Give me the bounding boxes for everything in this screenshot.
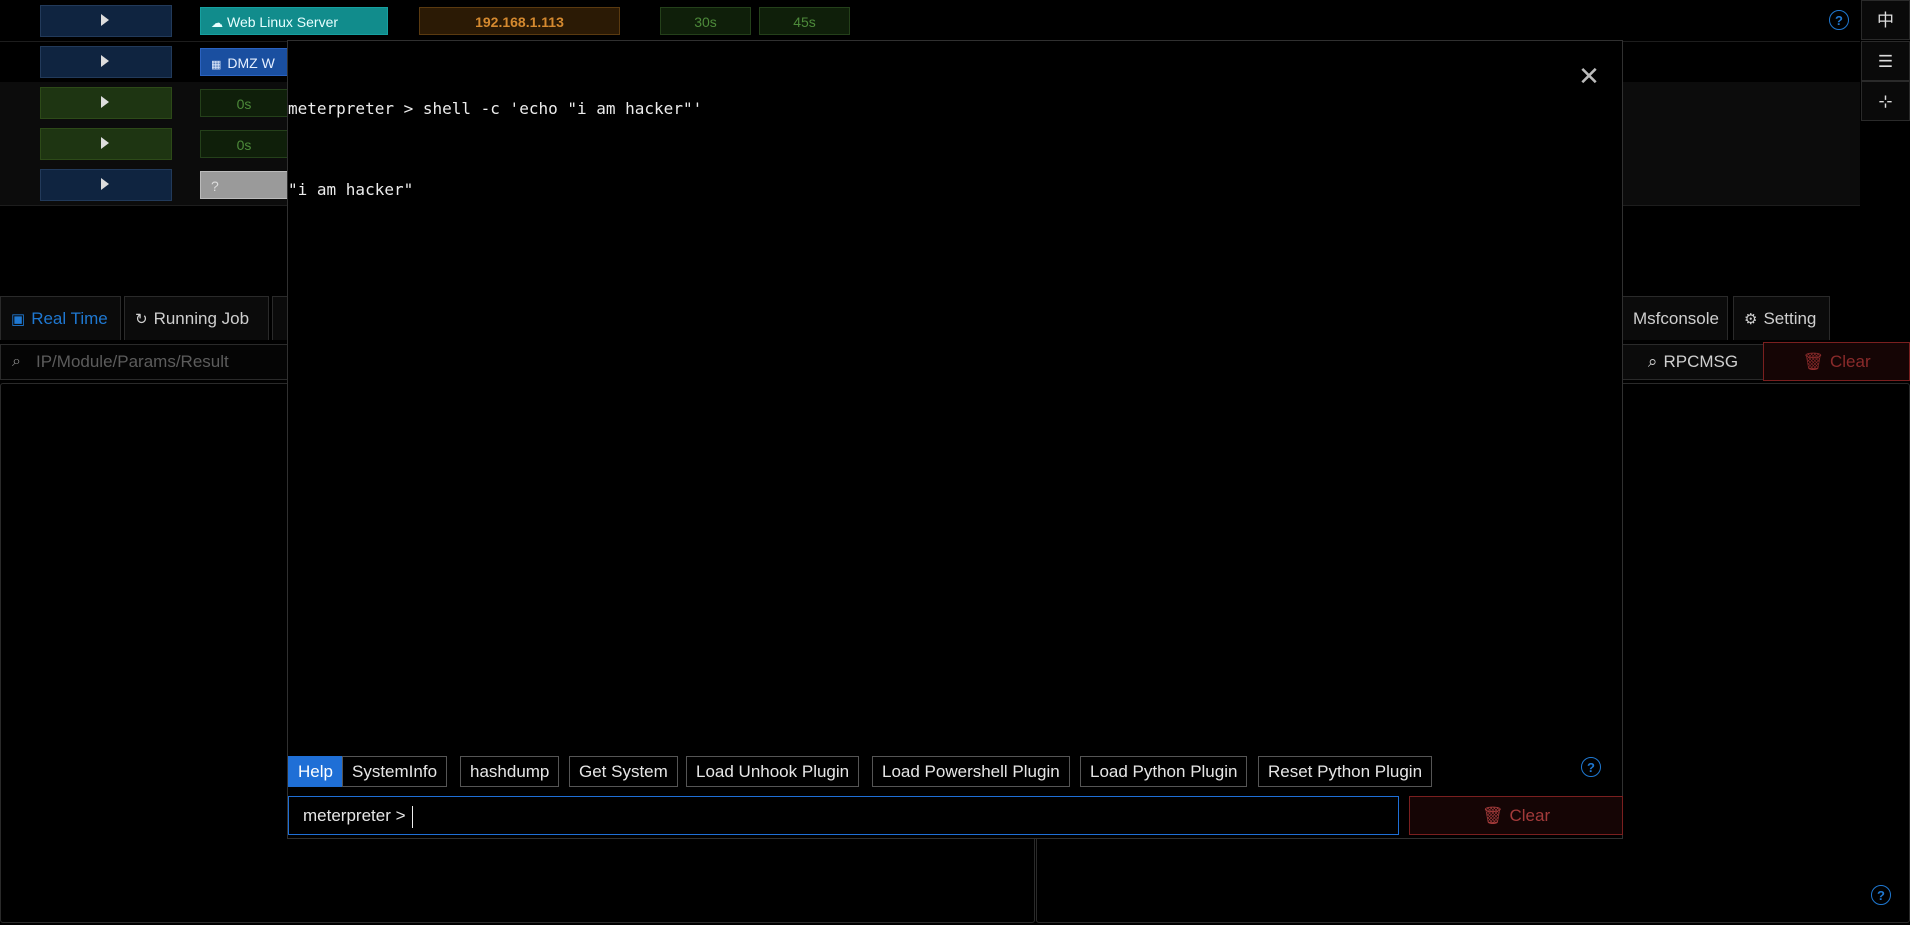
- caret-right-icon: [101, 96, 109, 108]
- systeminfo-button[interactable]: SystemInfo: [342, 756, 448, 787]
- column-height-icon[interactable]: ⊹: [1861, 81, 1910, 121]
- delete-icon: 🗑: [1802, 352, 1824, 371]
- terminal-line: meterpreter > shell -c 'echo "i am hacke…: [288, 99, 703, 118]
- get-system-button[interactable]: Get System: [569, 756, 678, 787]
- meterpreter-modal: meterpreter > shell -c 'echo "i am hacke…: [287, 40, 1623, 839]
- host-tag[interactable]: ▦ DMZ W: [200, 48, 288, 76]
- tab-setting[interactable]: ⚙ Setting: [1733, 296, 1830, 340]
- hashdump-button[interactable]: hashdump: [460, 756, 560, 787]
- history-icon: ↻: [135, 311, 148, 328]
- language-toggle[interactable]: 中: [1861, 0, 1910, 40]
- cloud-icon: ☁: [211, 16, 223, 30]
- expand-button[interactable]: [40, 169, 172, 201]
- load-python-plugin-button[interactable]: Load Python Plugin: [1080, 756, 1248, 787]
- timer-tag: 45s: [759, 7, 850, 35]
- reset-python-plugin-button[interactable]: Reset Python Plugin: [1258, 756, 1433, 787]
- tab-msfconsole[interactable]: Msfconsole: [1622, 296, 1728, 340]
- prompt-label: meterpreter >: [303, 806, 406, 825]
- host-tag[interactable]: ☁ Web Linux Server: [200, 7, 388, 35]
- load-powershell-plugin-button[interactable]: Load Powershell Plugin: [872, 756, 1070, 787]
- help-button[interactable]: Help: [288, 756, 343, 787]
- cluster-icon: ▦: [211, 59, 222, 71]
- caret-right-icon: [101, 137, 109, 149]
- question-icon[interactable]: ?: [1829, 10, 1849, 30]
- close-icon[interactable]: ✕: [1576, 63, 1602, 89]
- dashboard-icon: ▣: [11, 311, 26, 328]
- setting-icon: ⚙: [1744, 311, 1758, 328]
- search-icon: ⌕: [1647, 352, 1658, 371]
- align-left-icon[interactable]: ☰: [1861, 41, 1910, 81]
- rpcmsg-button[interactable]: ⌕ RPCMSG: [1622, 344, 1764, 380]
- caret-right-icon: [101, 178, 109, 190]
- tab-running-job[interactable]: ↻ Running Job: [124, 296, 269, 340]
- host-tag[interactable]: ?: [200, 171, 288, 199]
- session-row[interactable]: ☁ Web Linux Server 192.168.1.113 30s 45s …: [0, 0, 1860, 42]
- heartbeat-tag: 0s: [200, 130, 288, 158]
- search-icon: ⌕: [12, 353, 21, 370]
- ip-tag[interactable]: 192.168.1.113: [419, 7, 620, 35]
- expand-button[interactable]: [40, 46, 172, 78]
- tab-real-time[interactable]: ▣ Real Time: [0, 296, 121, 340]
- search-input[interactable]: IP/Module/Params/Result: [36, 344, 229, 380]
- clear-terminal-button[interactable]: 🗑 Clear: [1409, 796, 1623, 835]
- delete-icon: 🗑: [1481, 806, 1504, 825]
- heartbeat-tag: 0s: [200, 89, 288, 117]
- caret-right-icon: [101, 14, 109, 26]
- clear-log-button[interactable]: 🗑 Clear: [1763, 342, 1910, 381]
- question-icon[interactable]: ?: [1871, 885, 1891, 905]
- expand-button[interactable]: [40, 128, 172, 160]
- terminal-line: "i am hacker": [288, 180, 414, 199]
- terminal-output: meterpreter > shell -c 'echo "i am hacke…: [288, 41, 1562, 257]
- expand-button[interactable]: [40, 87, 172, 119]
- caret-right-icon: [101, 55, 109, 67]
- text-caret: [411, 805, 413, 828]
- load-unhook-plugin-button[interactable]: Load Unhook Plugin: [686, 756, 860, 787]
- heartbeat-tag: 30s: [660, 7, 751, 35]
- command-input[interactable]: meterpreter >: [288, 796, 1399, 835]
- question-icon[interactable]: ?: [1581, 757, 1601, 777]
- expand-button[interactable]: [40, 5, 172, 37]
